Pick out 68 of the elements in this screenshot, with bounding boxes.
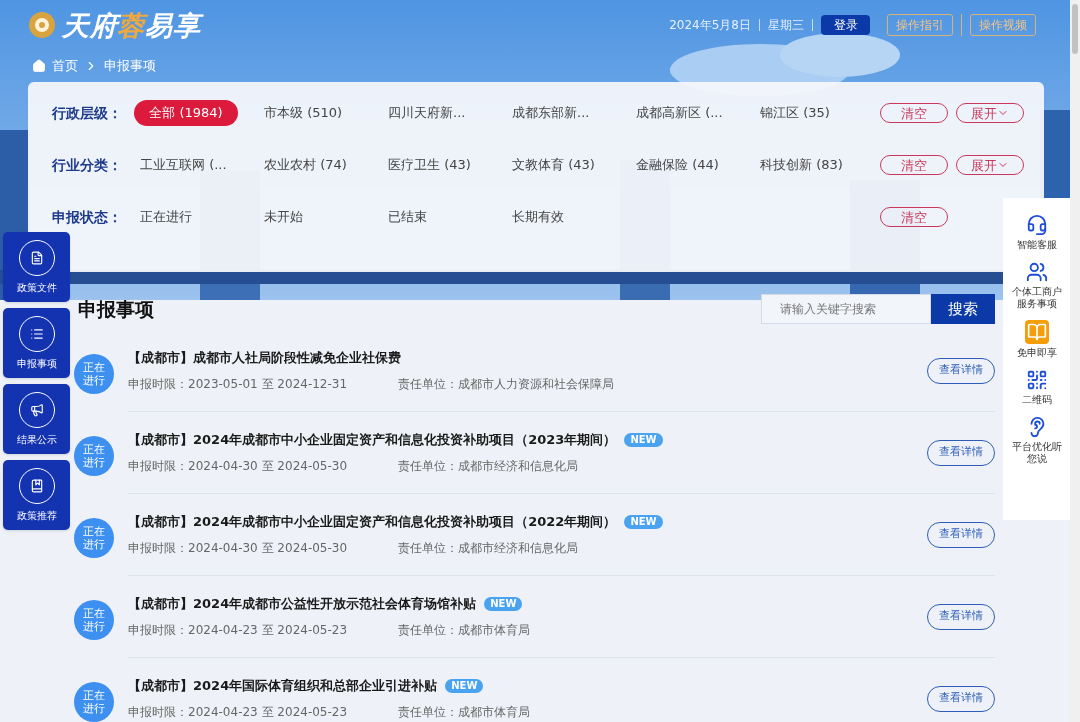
status-badge: 正在进行 <box>74 682 114 722</box>
toolbar-button[interactable]: 个体工商户服务事项 <box>1006 261 1067 310</box>
filter-option[interactable]: 工业互联网 (... <box>134 152 258 178</box>
filter-option[interactable]: 正在进行 <box>134 204 258 230</box>
filter-option[interactable]: 长期有效 <box>506 204 630 230</box>
toolbar-button[interactable]: 平台优化听您说 <box>1006 416 1067 465</box>
book-icon <box>29 478 44 493</box>
period-text: 申报时限：2024-04-23 至 2024-05-23 <box>128 622 349 640</box>
unit-text: 责任单位：成都市体育局 <box>398 622 530 640</box>
filter-option[interactable]: 未开始 <box>258 204 382 230</box>
item-title[interactable]: 【成都市】2024年成都市中小企业固定资产和信息化投资补助项目（2023年期间） <box>128 429 617 450</box>
new-badge: NEW <box>624 514 663 529</box>
period-text: 申报时限：2024-04-30 至 2024-05-30 <box>128 458 349 476</box>
new-badge: NEW <box>624 432 663 447</box>
unit-text: 责任单位：成都市体育局 <box>398 704 530 722</box>
scrollbar[interactable] <box>1070 0 1080 722</box>
period-text: 申报时限：2024-04-30 至 2024-05-30 <box>128 540 349 558</box>
qr-code-icon <box>1025 369 1048 391</box>
item-title[interactable]: 【成都市】2024年成都市公益性开放示范社会体育场馆补贴 <box>128 593 477 614</box>
filter-option[interactable]: 市本级 (510) <box>258 100 382 126</box>
filter-option[interactable]: 锦江区 (35) <box>754 100 878 126</box>
side-nav-button[interactable]: 结果公示 <box>3 384 70 454</box>
toolbar-button[interactable]: 免申即享 <box>1006 320 1067 359</box>
new-badge: NEW <box>484 596 523 611</box>
document-icon <box>29 250 44 265</box>
filter-option[interactable]: 成都东部新... <box>506 100 630 126</box>
logo-icon <box>28 11 56 39</box>
login-button[interactable]: 登录 <box>821 15 870 35</box>
status-badge: 正在进行 <box>74 354 114 394</box>
unit-text: 责任单位：成都市经济和信息化局 <box>398 540 578 558</box>
search-button[interactable]: 搜索 <box>931 294 995 324</box>
status-badge: 正在进行 <box>74 518 114 558</box>
period-text: 申报时限：2023-05-01 至 2024-12-31 <box>128 376 349 394</box>
new-badge: NEW <box>445 678 484 693</box>
users-icon <box>1025 261 1048 283</box>
weekday-text: 星期三 <box>768 17 804 34</box>
headset-icon <box>1025 214 1048 236</box>
filter-option[interactable]: 四川天府新... <box>382 100 506 126</box>
search-field[interactable]: 请输入关键字搜索 <box>761 294 931 324</box>
home-icon <box>32 59 46 73</box>
filter-label: 行政层级： <box>52 104 123 123</box>
unit-text: 责任单位：成都市经济和信息化局 <box>398 458 578 476</box>
filter-option[interactable]: 文教体育 (43) <box>506 152 630 178</box>
date-text: 2024年5月8日 <box>669 17 751 34</box>
item-title[interactable]: 【成都市】成都市人社局阶段性减免企业社保费 <box>128 347 401 368</box>
side-nav-button[interactable]: 政策推荐 <box>3 460 70 530</box>
side-nav-button[interactable]: 政策文件 <box>3 232 70 302</box>
side-nav-button[interactable]: 申报事项 <box>3 308 70 378</box>
filter-label: 行业分类： <box>52 156 123 175</box>
toolbar-button[interactable]: 二维码 <box>1006 369 1067 406</box>
filter-label: 申报状态： <box>52 208 123 227</box>
filter-option[interactable]: 成都高新区 (... <box>630 100 754 126</box>
filter-option[interactable]: 科技创新 (83) <box>754 152 878 178</box>
toolbar-button[interactable]: 智能客服 <box>1006 214 1067 251</box>
item-title[interactable]: 【成都市】2024年成都市中小企业固定资产和信息化投资补助项目（2022年期间） <box>128 511 617 532</box>
megaphone-icon <box>29 402 44 417</box>
item-title[interactable]: 【成都市】2024年国际体育组织和总部企业引进补贴 <box>128 675 438 696</box>
filter-option[interactable]: 已结束 <box>382 204 506 230</box>
status-badge: 正在进行 <box>74 600 114 640</box>
section-title: 申报事项 <box>78 296 154 322</box>
status-badge: 正在进行 <box>74 436 114 476</box>
list-icon <box>29 326 44 341</box>
filter-option[interactable]: 医疗卫生 (43) <box>382 152 506 178</box>
period-text: 申报时限：2024-04-23 至 2024-05-23 <box>128 704 349 722</box>
filter-option[interactable]: 农业农村 (74) <box>258 152 382 178</box>
book-icon <box>1024 320 1049 344</box>
unit-text: 责任单位：成都市人力资源和社会保障局 <box>398 376 614 394</box>
filter-option[interactable]: 金融保险 (44) <box>630 152 754 178</box>
